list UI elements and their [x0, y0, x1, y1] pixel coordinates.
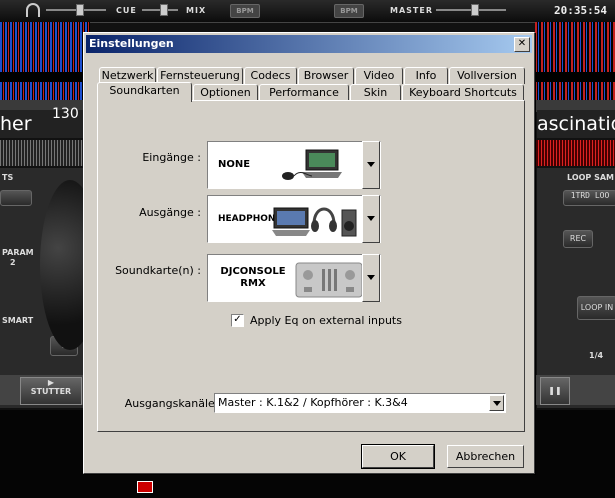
pause-button[interactable]: ❚❚ — [540, 377, 570, 405]
waveform-right[interactable] — [535, 22, 615, 100]
outputs-dropdown[interactable]: HEADPHONES — [207, 195, 381, 243]
param-label: PARAM — [2, 248, 34, 257]
bpm-button-left[interactable]: BPM — [230, 4, 260, 18]
loop-sample-field[interactable]: 1TRD LOO — [563, 190, 615, 206]
headphones-speaker-icon — [272, 207, 357, 237]
headphone-volume-slider[interactable] — [46, 4, 106, 16]
master-label: MASTER — [390, 6, 433, 15]
loop-in-button[interactable]: LOOP IN — [577, 296, 615, 320]
param-value: 2 — [10, 258, 16, 267]
headphone-icon — [26, 3, 40, 17]
soundcard-value: DJCONSOLE RMX — [220, 266, 286, 289]
deck-right-controls: LOOP SAM 1TRD LOO REC LOOP IN 1/4 — [537, 168, 615, 408]
soundcard-label: Soundkarte(n) : — [115, 264, 201, 277]
tab-vollversion[interactable]: Vollversion — [449, 67, 525, 84]
bpm-button-right[interactable]: BPM — [334, 4, 364, 18]
laptop-turntable-icon — [282, 149, 342, 180]
soundkarten-panel: Eingänge : NONE Ausgänge : HEADPHONES So… — [97, 100, 525, 432]
loop-size-select[interactable] — [0, 190, 32, 206]
tab-skin[interactable]: Skin — [350, 84, 401, 101]
master-volume-slider[interactable] — [436, 4, 506, 16]
settings-dialog: Einstellungen ✕ Netzwerk Fernsteuerung C… — [83, 32, 535, 474]
rec-button[interactable]: REC — [563, 230, 593, 248]
tab-info[interactable]: Info — [404, 67, 448, 84]
loop-label: TS — [2, 173, 14, 182]
deck-right-title: ascinatio — [537, 110, 615, 138]
tab-video[interactable]: Video — [355, 67, 403, 84]
mini-waveform-left[interactable] — [0, 140, 90, 166]
inputs-dropdown[interactable]: NONE — [207, 141, 381, 189]
inputs-dropdown-arrow[interactable] — [362, 141, 380, 189]
tab-optionen[interactable]: Optionen — [193, 84, 258, 101]
chevron-down-icon[interactable] — [489, 395, 504, 411]
channels-label: Ausgangskanäle : — [124, 397, 222, 410]
channels-select[interactable]: Master : K.1&2 / Kopfhörer : K.3&4 — [214, 393, 506, 413]
clock: 20:35:54 — [554, 4, 607, 17]
apply-eq-option[interactable]: ✓ Apply Eq on external inputs — [231, 314, 402, 327]
play-icon: ▶ — [47, 378, 55, 387]
tab-codecs[interactable]: Codecs — [244, 67, 297, 84]
tab-keyboard-shortcuts[interactable]: Keyboard Shortcuts — [402, 84, 524, 101]
dj-controller-icon — [295, 262, 363, 298]
dialog-title: Einstellungen — [89, 37, 174, 50]
apply-eq-label: Apply Eq on external inputs — [250, 314, 402, 327]
waveform-left[interactable] — [0, 22, 90, 100]
channels-value: Master : K.1&2 / Kopfhörer : K.3&4 — [218, 396, 408, 409]
cancel-button[interactable]: Abbrechen — [447, 445, 524, 468]
tab-browser[interactable]: Browser — [298, 67, 354, 84]
outputs-label: Ausgänge : — [139, 206, 201, 219]
loop-fraction: 1/4 — [589, 351, 604, 360]
smart-label: SMART — [2, 316, 34, 325]
mixer-top-bar: CUE MIX BPM BPM MASTER 20:35:54 — [0, 0, 615, 23]
mix-label: MIX — [186, 6, 207, 15]
outputs-dropdown-arrow[interactable] — [362, 195, 380, 243]
soundcard-dropdown[interactable]: DJCONSOLE RMX — [207, 254, 381, 302]
inputs-label: Eingänge : — [142, 151, 201, 164]
dialog-titlebar[interactable]: Einstellungen ✕ — [86, 35, 532, 53]
soundcard-dropdown-arrow[interactable] — [362, 254, 380, 302]
cue-mix-slider[interactable] — [142, 4, 178, 16]
loop-samples-label: LOOP SAM — [567, 173, 614, 182]
apply-eq-checkbox[interactable]: ✓ — [231, 314, 244, 327]
mini-waveform-right[interactable] — [535, 140, 615, 166]
tab-performance[interactable]: Performance — [259, 84, 349, 101]
tab-soundkarten[interactable]: Soundkarten — [97, 82, 192, 102]
ok-button[interactable]: OK — [361, 444, 435, 469]
flag-icon — [137, 481, 153, 493]
deck-left-bpm: 130 — [52, 106, 79, 122]
cue-label: CUE — [116, 6, 137, 15]
close-icon[interactable]: ✕ — [514, 37, 530, 52]
stutter-button[interactable]: ▶ STUTTER — [20, 377, 82, 405]
